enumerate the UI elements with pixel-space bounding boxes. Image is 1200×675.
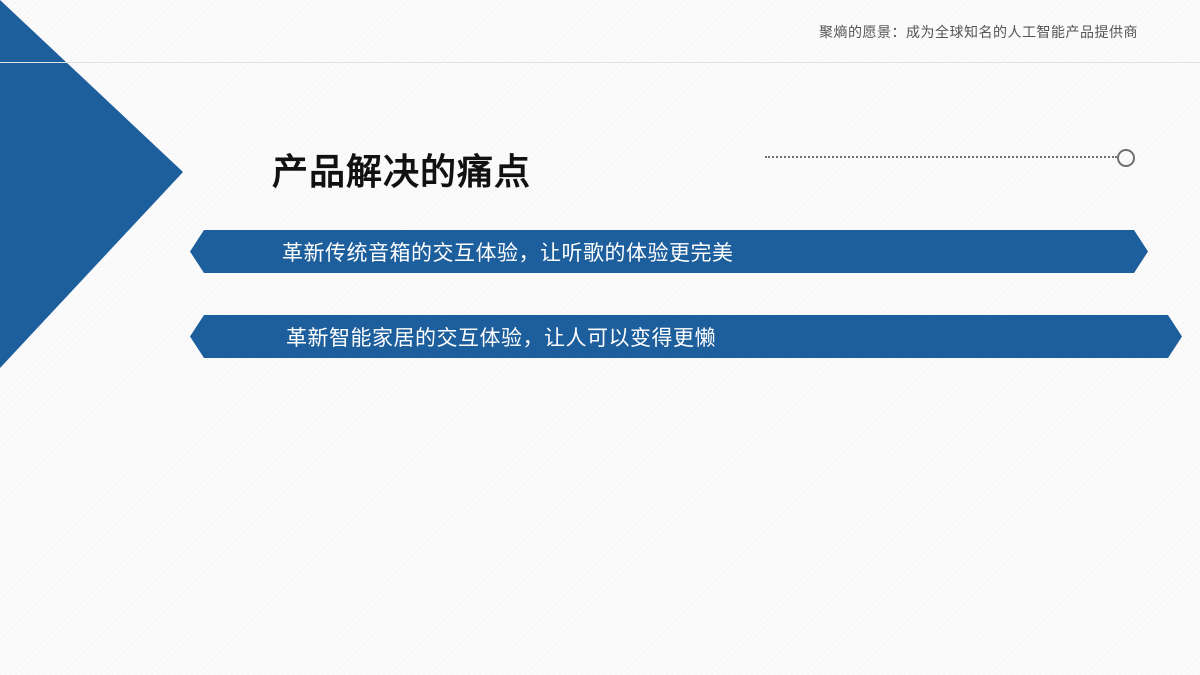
- pain-point-banner-1: 革新传统音箱的交互体验，让听歌的体验更完美: [190, 230, 1148, 273]
- circle-end-marker: [1117, 149, 1135, 167]
- vision-tagline: 聚熵的愿景：成为全球知名的人工智能产品提供商: [819, 25, 1138, 41]
- dotted-divider: [765, 156, 1117, 158]
- pain-point-banner-2: 革新智能家居的交互体验，让人可以变得更懒: [190, 315, 1182, 358]
- pain-point-text-1: 革新传统音箱的交互体验，让听歌的体验更完美: [282, 240, 734, 265]
- page-title: 产品解决的痛点: [272, 152, 532, 193]
- pain-point-text-2: 革新智能家居的交互体验，让人可以变得更懒: [286, 325, 716, 350]
- slide: 聚熵的愿景：成为全球知名的人工智能产品提供商 产品解决的痛点 革新传统音箱的交互…: [0, 0, 1200, 675]
- decorative-triangle: [0, 0, 183, 368]
- header-divider: [0, 62, 1200, 63]
